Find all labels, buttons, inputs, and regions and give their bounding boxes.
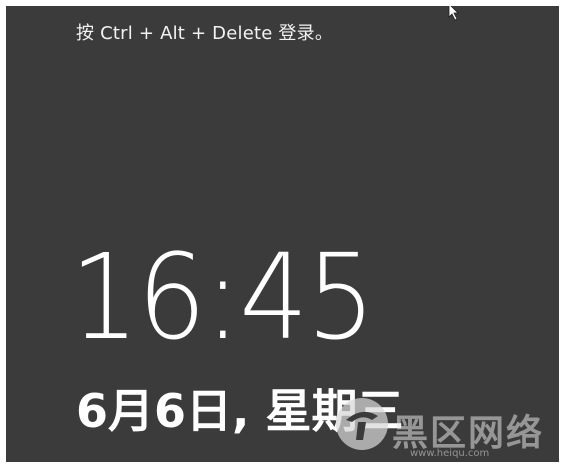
watermark-text: 黑区网络 <box>392 413 545 454</box>
mouse-pointer-icon <box>448 6 459 21</box>
watermark-url: www.heiqu.com <box>410 448 490 459</box>
clock-date: 6月6日, 星期三 <box>76 384 404 438</box>
clock-time: 16:45 <box>70 228 375 366</box>
lock-screen[interactable]: 按 Ctrl + Alt + Delete 登录。 16:45 6月6日, 星期… <box>6 6 559 462</box>
login-hint: 按 Ctrl + Alt + Delete 登录。 <box>76 23 334 44</box>
